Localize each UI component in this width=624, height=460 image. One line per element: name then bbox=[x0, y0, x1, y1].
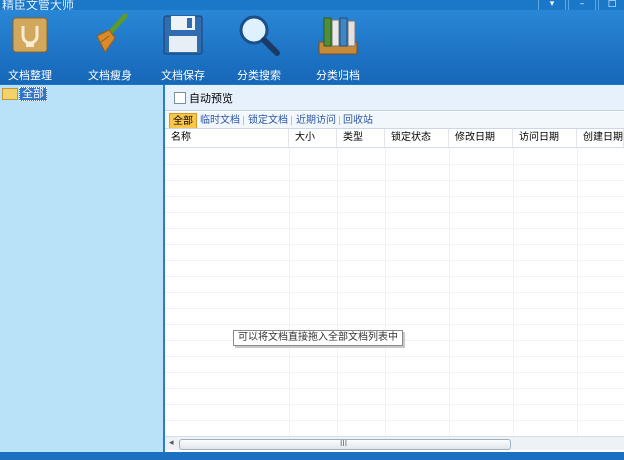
empty-row-line bbox=[165, 292, 624, 309]
tab-separator bbox=[291, 116, 292, 125]
column-divider bbox=[385, 148, 386, 436]
column-divider bbox=[289, 148, 290, 436]
empty-row-line bbox=[165, 228, 624, 245]
empty-row-line bbox=[165, 388, 624, 405]
empty-row-line bbox=[165, 276, 624, 293]
toolbar-label: 文档保存 bbox=[161, 69, 205, 82]
folder-icon bbox=[2, 88, 18, 100]
tab-recent[interactable]: 近期访问 bbox=[293, 113, 339, 128]
auto-preview-checkbox[interactable] bbox=[174, 92, 186, 104]
horizontal-scrollbar[interactable]: ◂ III bbox=[165, 436, 624, 450]
empty-row-line bbox=[165, 212, 624, 229]
column-header-accessed-date[interactable]: 访问日期 bbox=[513, 129, 577, 147]
binders-icon bbox=[318, 17, 358, 55]
empty-row-line bbox=[165, 148, 624, 165]
empty-row-line bbox=[165, 196, 624, 213]
column-header-modified-date[interactable]: 修改日期 bbox=[449, 129, 513, 147]
document-list-panel: 自动预览 全部 临时文档 锁定文档 近期访问 回收站 名称 大小 类型 锁定状态… bbox=[165, 85, 624, 452]
column-header-type[interactable]: 类型 bbox=[337, 129, 385, 147]
tab-recycle-bin[interactable]: 回收站 bbox=[340, 113, 376, 128]
toolbar-button-search[interactable]: 分类搜索 bbox=[223, 12, 295, 83]
empty-row-line bbox=[165, 164, 624, 181]
toolbar-button-archive[interactable]: 分类归档 bbox=[302, 12, 374, 83]
column-divider bbox=[577, 148, 578, 436]
table-header: 名称 大小 类型 锁定状态 修改日期 访问日期 创建日期 bbox=[165, 129, 624, 148]
tab-temporary[interactable]: 临时文档 bbox=[197, 113, 243, 128]
box-icon bbox=[12, 17, 48, 53]
empty-row-line bbox=[165, 372, 624, 389]
options-bar: 自动预览 bbox=[165, 85, 624, 111]
tab-all[interactable]: 全部 bbox=[169, 113, 197, 128]
scroll-left-arrow-icon[interactable]: ◂ bbox=[169, 438, 174, 448]
toolbar-button-organize[interactable]: 文档整理 bbox=[0, 12, 66, 83]
empty-row-line bbox=[165, 308, 624, 325]
broom-icon bbox=[96, 13, 128, 53]
column-header-lock-status[interactable]: 锁定状态 bbox=[385, 129, 449, 147]
empty-row-line bbox=[165, 420, 624, 436]
magnifier-icon bbox=[239, 15, 280, 56]
column-divider bbox=[337, 148, 338, 436]
auto-preview-label[interactable]: 自动预览 bbox=[189, 90, 233, 106]
tree-item-label: 全部 bbox=[19, 87, 47, 101]
toolbar-label: 分类搜索 bbox=[237, 69, 281, 82]
toolbar-label: 文档瘦身 bbox=[88, 69, 132, 82]
drag-hint-tooltip: 可以将文档直接拖入全部文档列表中 bbox=[233, 330, 403, 346]
column-header-created-date[interactable]: 创建日期 bbox=[577, 129, 624, 147]
column-header-name[interactable]: 名称 bbox=[165, 129, 289, 147]
toolbar-label: 分类归档 bbox=[316, 69, 360, 82]
empty-row-line bbox=[165, 180, 624, 197]
column-divider bbox=[449, 148, 450, 436]
empty-row-line bbox=[165, 356, 624, 373]
tab-locked[interactable]: 锁定文档 bbox=[245, 113, 291, 128]
status-bar bbox=[0, 452, 624, 460]
scrollbar-grip: III bbox=[340, 439, 348, 448]
empty-row-line bbox=[165, 260, 624, 277]
empty-row-line bbox=[165, 244, 624, 261]
toolbar-label: 文档整理 bbox=[8, 69, 52, 82]
empty-row-line bbox=[165, 404, 624, 421]
column-header-size[interactable]: 大小 bbox=[289, 129, 337, 147]
main-toolbar: 文档整理 文档瘦身 文档保存 分类搜索 分类归档 bbox=[0, 10, 624, 84]
tab-bar: 全部 临时文档 锁定文档 近期访问 回收站 bbox=[165, 112, 624, 129]
floppy-disk-icon bbox=[163, 15, 203, 55]
document-list[interactable] bbox=[165, 148, 624, 436]
toolbar-button-save[interactable]: 文档保存 bbox=[147, 12, 219, 83]
tab-separator bbox=[243, 116, 244, 125]
scrollbar-thumb[interactable]: III bbox=[179, 439, 511, 450]
toolbar-button-slim[interactable]: 文档瘦身 bbox=[74, 12, 146, 83]
tree-item-all[interactable]: 全部 bbox=[2, 87, 47, 101]
column-divider bbox=[513, 148, 514, 436]
folder-tree-panel: 全部 bbox=[0, 85, 165, 452]
